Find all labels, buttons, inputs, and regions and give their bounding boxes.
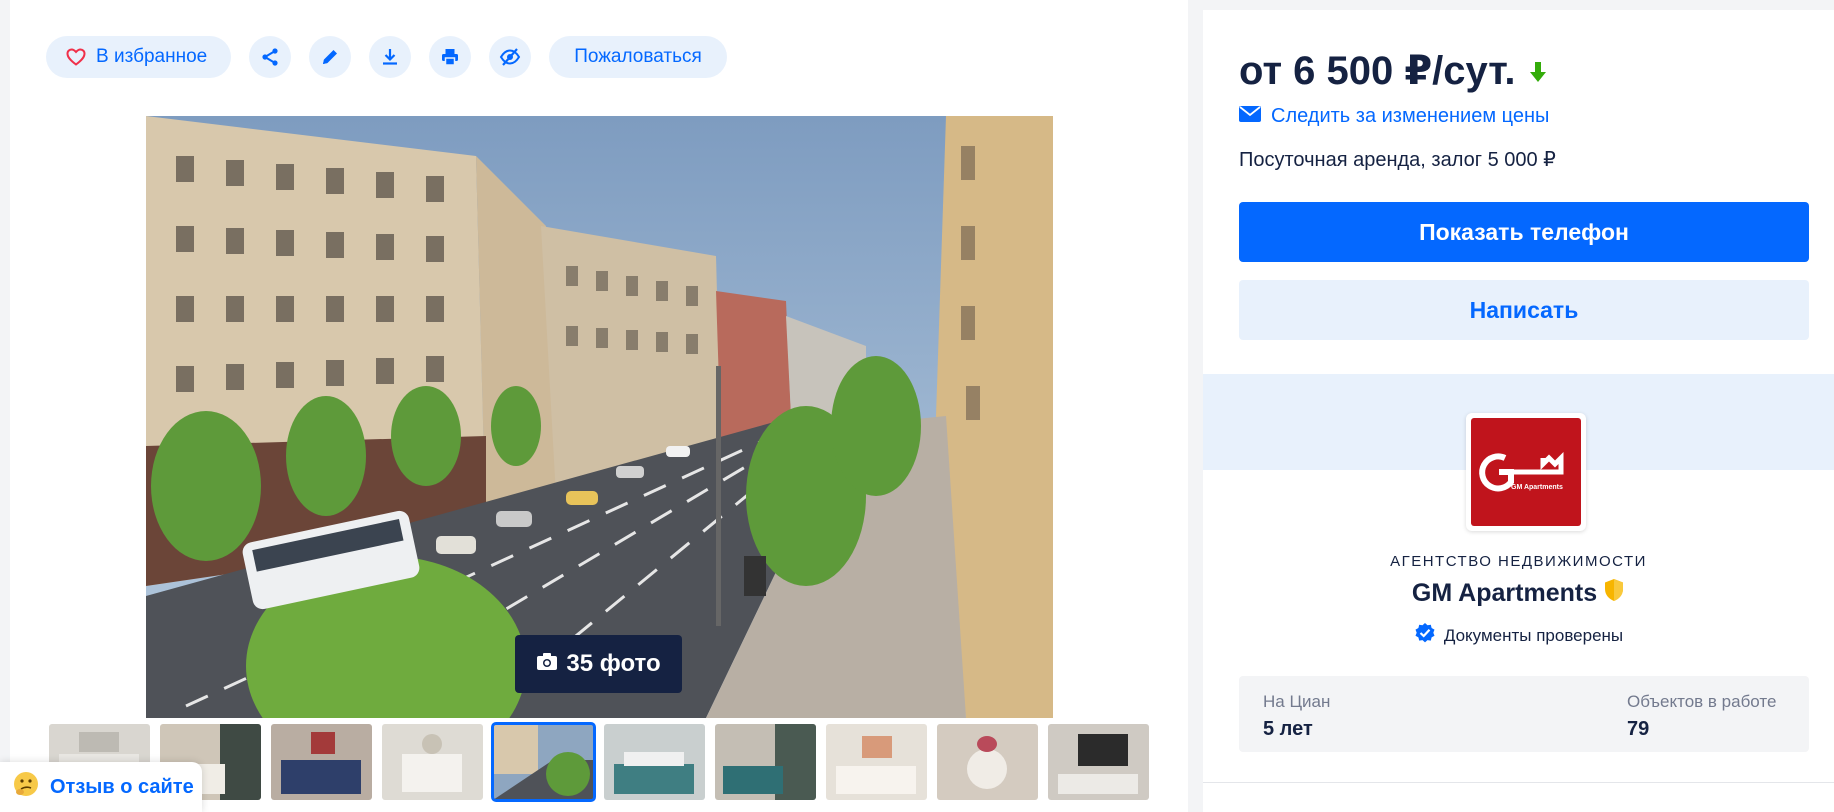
download-button[interactable] [369,36,412,78]
price: от 6 500 ₽/сут. [1239,48,1547,94]
thumbnail[interactable] [826,724,927,800]
stat-label: На Циан [1263,692,1331,711]
price-down-arrow-icon [1529,49,1547,94]
stat-years-on-cian: На Циан 5 лет [1263,692,1330,741]
print-icon [440,47,460,67]
agency-name-label: GM Apartments [1411,579,1598,607]
thumbnail[interactable] [715,724,816,800]
site-feedback-button[interactable]: Отзыв о сайте [0,762,202,812]
agency-logo[interactable]: GM Apartments [1466,413,1586,531]
photo-count-badge[interactable]: 35 фото [515,635,682,693]
thumbnail-strip [49,722,1149,802]
price-value: от 6 500 ₽/сут. [1239,49,1516,93]
stat-label: Объектов в работе [1627,692,1777,711]
thumbnail[interactable] [382,724,483,800]
listing-gallery-panel: В избранное Пожаловаться 35 фото [10,0,1188,812]
edit-note-button[interactable] [309,36,352,78]
thumbnail[interactable] [1048,724,1149,800]
thumbnail[interactable] [604,724,705,800]
thumbnail[interactable] [937,724,1038,800]
thinking-face-icon [12,770,40,804]
download-icon [380,47,400,67]
documents-verified-label: Документы проверены [1443,625,1624,645]
stat-objects-in-work: Объектов в работе 79 [1627,692,1776,741]
add-to-favorites-label: В избранное [96,46,208,67]
street-photo-image [146,116,1053,718]
envelope-icon [1239,105,1261,128]
add-to-favorites-button[interactable]: В избранное [46,36,232,78]
agency-logo-text: GM Apartments [1511,484,1563,491]
agency-name[interactable]: GM Apartments [1203,578,1834,609]
thumbnail-active[interactable] [491,722,596,802]
photo-count-label: 35 фото [566,650,661,677]
hide-listing-button[interactable] [489,36,532,78]
listing-toolbar: В избранное Пожаловаться [46,36,727,78]
write-message-button[interactable]: Написать [1239,280,1809,340]
watch-price-link[interactable]: Следить за изменением цены [1239,105,1549,128]
rent-terms: Посуточная аренда, залог 5 000 ₽ [1239,149,1556,171]
thumbnail[interactable] [271,724,372,800]
agency-stats: На Циан 5 лет Объектов в работе 79 [1239,676,1809,752]
offer-sidebar: от 6 500 ₽/сут. Следить за изменением це… [1203,10,1834,812]
site-feedback-label: Отзыв о сайте [50,775,194,798]
shield-icon [1603,578,1625,609]
share-button[interactable] [249,36,292,78]
stat-value: 79 [1627,718,1650,740]
print-button[interactable] [429,36,472,78]
main-photo[interactable]: 35 фото [146,116,1053,718]
show-phone-button[interactable]: Показать телефон [1239,202,1809,262]
watch-price-label: Следить за изменением цены [1271,105,1550,127]
divider [1203,782,1834,783]
agency-logo-mark [1479,451,1564,492]
camera-icon [536,650,558,678]
verified-check-icon [1414,622,1436,649]
hide-icon [499,47,521,67]
share-icon [260,47,280,67]
complain-label: Пожаловаться [574,46,702,67]
pencil-icon [320,47,340,67]
complain-button[interactable]: Пожаловаться [549,36,727,78]
agency-type: АГЕНТСТВО НЕДВИЖИМОСТИ [1390,553,1647,570]
stat-value: 5 лет [1263,718,1313,740]
documents-verified: Документы проверены [1203,622,1834,649]
heart-icon [66,48,86,66]
